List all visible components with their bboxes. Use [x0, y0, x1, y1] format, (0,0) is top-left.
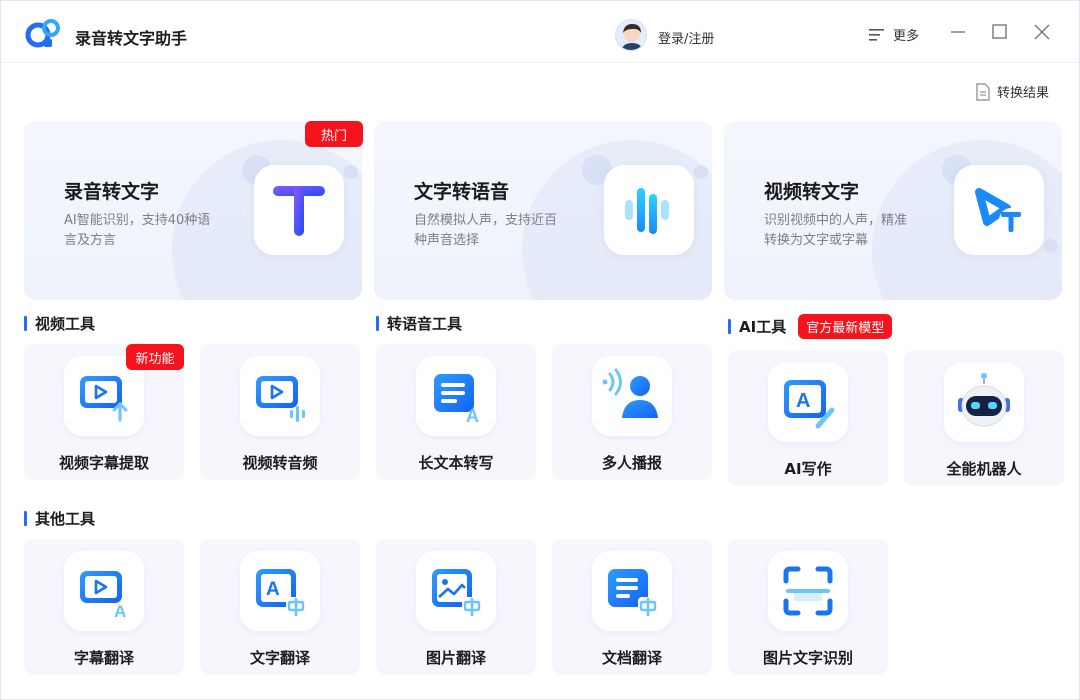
letter-t-icon [254, 165, 344, 255]
card-description: 识别视频中的人声，精准转换为文字或字幕 [764, 213, 908, 248]
document-icon [976, 82, 990, 101]
minimize-icon[interactable] [949, 23, 967, 41]
tool-label: 全能机器人 [946, 460, 1022, 478]
section-tts-tools: 转语音工具 [376, 313, 462, 334]
card-decoration [694, 165, 708, 179]
section-other-tools: 其他工具 [24, 508, 95, 529]
svg-text:A: A [266, 579, 280, 600]
tool-label: 字幕翻译 [73, 649, 134, 667]
tool-label: 视频转音频 [242, 454, 318, 472]
card-decoration [344, 165, 358, 179]
tool-label: 视频字幕提取 [58, 454, 149, 472]
tool-ocr[interactable]: 图片文字识别 [728, 539, 888, 675]
tool-text-translate[interactable]: A 文字翻译 [200, 539, 360, 675]
card-audio-to-text[interactable]: 录音转文字 AI智能识别，支持40种语言及方言 [24, 121, 362, 300]
ai-model-badge: 官方最新模型 [798, 314, 893, 339]
card-description: AI智能识别，支持40种语言及方言 [64, 213, 211, 248]
tool-label: 图片翻译 [425, 649, 486, 667]
tool-label: 多人播报 [601, 454, 662, 472]
section-marker [24, 316, 27, 331]
card-title: 视频转文字 [764, 181, 860, 203]
tool-doc-translate[interactable]: 文档翻译 [552, 539, 712, 675]
section-marker [728, 319, 731, 334]
app-logo-icon [25, 19, 60, 48]
close-icon[interactable] [1033, 23, 1051, 41]
tool-label: 图片文字识别 [762, 649, 853, 667]
section-title: 其他工具 [35, 510, 96, 528]
card-title: 文字转语音 [414, 181, 510, 203]
tool-subtitle-translate[interactable]: A 字幕翻译 [24, 539, 184, 675]
more-label: 更多 [893, 29, 920, 44]
sound-wave-icon [604, 165, 694, 255]
video-text-icon [954, 165, 1044, 255]
new-feature-badge: 新功能 [126, 344, 184, 370]
long-text-icon: A [416, 356, 496, 436]
tool-video-to-audio[interactable]: 视频转音频 [200, 344, 360, 480]
card-video-to-text[interactable]: 视频转文字 识别视频中的人声，精准转换为文字或字幕 [724, 121, 1062, 300]
robot-icon [944, 362, 1024, 442]
tool-ai-writing[interactable]: A AI写作 [728, 350, 888, 486]
scan-icon [768, 551, 848, 631]
conversion-results-link[interactable]: 转换结果 [975, 82, 1049, 101]
tool-image-translate[interactable]: 图片翻译 [376, 539, 536, 675]
card-decoration [1044, 239, 1058, 253]
conversion-results-label: 转换结果 [997, 86, 1050, 101]
section-title: 视频工具 [35, 315, 96, 333]
more-menu-button[interactable]: 更多 [869, 25, 919, 44]
multi-speaker-icon [592, 356, 672, 436]
card-title: 录音转文字 [64, 181, 160, 203]
section-title: 转语音工具 [387, 315, 463, 333]
tool-multi-speaker[interactable]: 多人播报 [552, 344, 712, 480]
maximize-icon[interactable] [991, 23, 1009, 41]
svg-text:A: A [114, 602, 126, 619]
hot-badge: 热门 [305, 121, 363, 147]
text-translate-icon: A [240, 551, 320, 631]
tool-label: 长文本转写 [418, 454, 494, 472]
card-text-to-speech[interactable]: 文字转语音 自然模拟人声，支持近百种声音选择 [374, 121, 712, 300]
tool-long-text[interactable]: A 长文本转写 [376, 344, 536, 480]
tool-label: 文字翻译 [249, 649, 310, 667]
tool-label: AI写作 [784, 460, 832, 478]
card-description: 自然模拟人声，支持近百种声音选择 [414, 213, 558, 248]
user-avatar[interactable] [615, 19, 647, 51]
section-marker [376, 316, 379, 331]
image-translate-icon [416, 551, 496, 631]
section-marker [24, 511, 27, 526]
login-link[interactable]: 登录/注册 [658, 28, 714, 47]
svg-text:A: A [466, 406, 479, 424]
menu-icon [869, 28, 884, 41]
section-title: AI工具 [739, 318, 787, 336]
doc-translate-icon [592, 551, 672, 631]
title-bar: 录音转文字助手 登录/注册 更多 [1, 1, 1079, 63]
tool-robot[interactable]: 全能机器人 [904, 350, 1064, 486]
section-ai-tools: AI工具 官方最新模型 [728, 314, 893, 339]
subtitle-translate-icon: A [64, 551, 144, 631]
video-audio-icon [240, 356, 320, 436]
tool-label: 文档翻译 [601, 649, 662, 667]
svg-text:A: A [796, 390, 810, 412]
app-title: 录音转文字助手 [75, 29, 188, 48]
ai-writing-icon: A [768, 362, 848, 442]
user-avatar-icon [621, 24, 643, 50]
section-video-tools: 视频工具 [24, 313, 95, 334]
